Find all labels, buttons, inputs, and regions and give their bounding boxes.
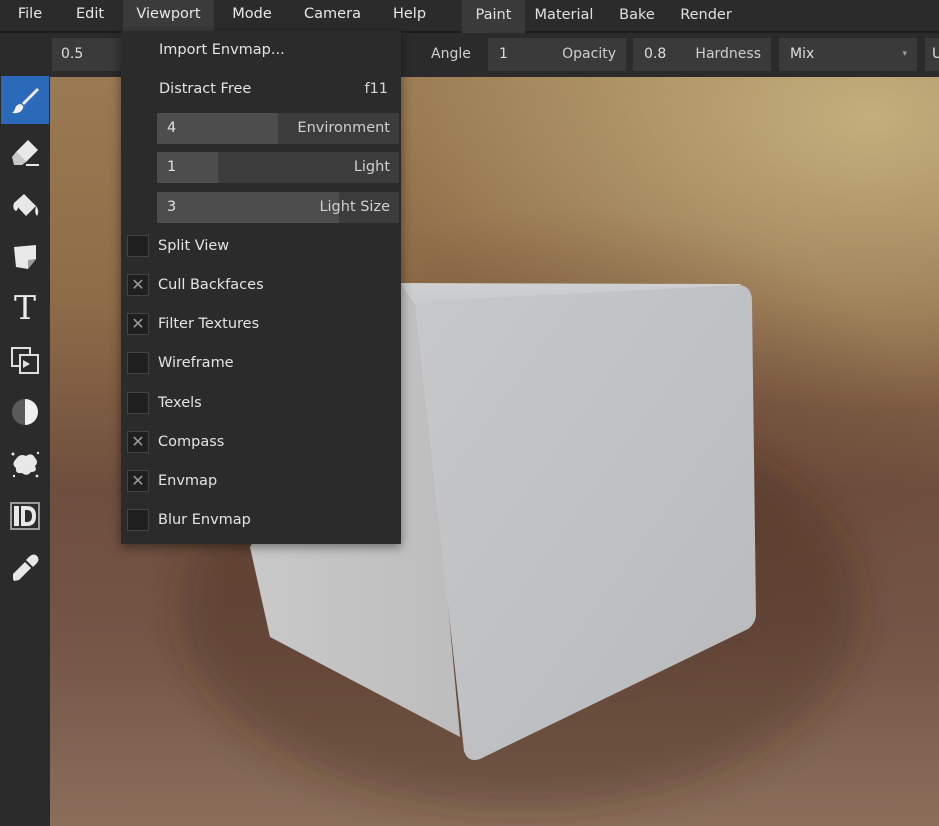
option-label: Compass [158,434,225,450]
option-label: Filter Textures [158,316,260,332]
blur-tool[interactable] [1,388,49,436]
particle-icon [11,451,40,478]
distract-free-shortcut: f11 [364,81,388,97]
option-blur-envmap[interactable]: Blur Envmap [121,502,401,539]
light-value: 1 [167,159,177,175]
environment-value: 4 [167,120,177,136]
menu-viewport[interactable]: Viewport [123,0,214,31]
blend-mode-value: Mix [790,46,815,62]
blur-icon [12,399,38,425]
armorpaint-window: File Edit Viewport Mode Camera Help Pain… [0,0,939,826]
text-icon: T [13,288,36,327]
option-wireframe[interactable]: Wireframe [121,345,401,382]
opacity-field[interactable]: 1 Opacity [488,38,626,71]
checkbox-envmap[interactable]: ✕ [127,470,149,492]
fill-tool[interactable] [1,180,49,228]
brush-icon [12,88,39,114]
checkbox-texels[interactable] [127,392,149,414]
tab-bake[interactable]: Bake [610,0,664,33]
bake-icon [10,502,40,530]
tab-paint[interactable]: Paint [462,0,525,33]
trailing-field[interactable]: U [925,38,939,71]
light-label: Light [353,159,390,175]
eraser-icon [12,140,39,166]
checkbox-split-view[interactable] [127,235,149,257]
opacity-label: Opacity [562,46,616,62]
checkbox-wireframe[interactable] [127,352,149,374]
environment-label: Environment [297,120,390,136]
checkbox-cull-backfaces[interactable]: ✕ [127,274,149,296]
color-picker-icon [13,554,39,581]
particle-tool[interactable] [1,440,49,488]
tab-material[interactable]: Material [528,0,600,33]
hardness-label: Hardness [695,46,761,62]
radius-field[interactable]: 0.5 [52,38,124,71]
option-label: Texels [158,395,202,411]
distract-free-label: Distract Free [159,81,252,97]
checkbox-blur-envmap[interactable] [127,509,149,531]
option-compass[interactable]: ✕ Compass [121,424,401,461]
option-label: Envmap [158,473,218,489]
option-filter-textures[interactable]: ✕ Filter Textures [121,306,401,343]
light-size-slider[interactable]: 3 Light Size [157,192,399,223]
picker-tool[interactable] [1,544,49,592]
viewport-dropdown-menu: Import Envmap... Distract Free f11 4 Env… [121,31,401,544]
eraser-tool[interactable] [1,128,49,176]
option-texels[interactable]: Texels [121,385,401,422]
angle-label: Angle [431,46,471,62]
menu-mode[interactable]: Mode [222,0,282,31]
option-envmap[interactable]: ✕ Envmap [121,463,401,500]
checkbox-filter-textures[interactable]: ✕ [127,313,149,335]
blend-mode-select[interactable]: Mix ▾ [779,38,917,71]
tool-palette: T [0,33,50,826]
light-size-label: Light Size [319,199,390,215]
checkbox-compass[interactable]: ✕ [127,431,149,453]
option-label: Blur Envmap [158,512,251,528]
option-label: Cull Backfaces [158,277,264,293]
radius-value: 0.5 [61,46,84,62]
decal-icon [14,245,36,269]
bake-tool[interactable] [1,492,49,540]
import-envmap-item[interactable]: Import Envmap... [121,32,401,69]
opacity-value: 1 [499,46,508,62]
menu-edit[interactable]: Edit [66,0,114,31]
clone-icon [11,347,39,374]
trailing-value: U [932,46,939,62]
menu-bar: File Edit Viewport Mode Camera Help Pain… [0,0,939,33]
text-tool[interactable]: T [1,284,49,332]
chevron-down-icon: ▾ [902,49,907,59]
hardness-value: 0.8 [644,46,667,62]
option-label: Split View [158,238,230,254]
light-size-value: 3 [167,199,177,215]
option-cull-backfaces[interactable]: ✕ Cull Backfaces [121,267,401,304]
slider-fill [157,192,339,223]
environment-slider[interactable]: 4 Environment [157,113,399,144]
menu-camera[interactable]: Camera [295,0,370,31]
fill-icon [13,194,39,216]
hardness-field[interactable]: 0.8 Hardness [633,38,771,71]
menu-file[interactable]: File [7,0,53,31]
option-label: Wireframe [158,355,234,371]
clone-tool[interactable] [1,336,49,384]
decal-tool[interactable] [1,232,49,280]
distract-free-item[interactable]: Distract Free f11 [121,71,401,108]
brush-tool[interactable] [1,76,49,124]
light-slider[interactable]: 1 Light [157,152,399,183]
tab-render[interactable]: Render [673,0,739,33]
menu-help[interactable]: Help [382,0,437,31]
option-split-view[interactable]: Split View [121,228,401,265]
import-envmap-label: Import Envmap... [159,42,285,58]
